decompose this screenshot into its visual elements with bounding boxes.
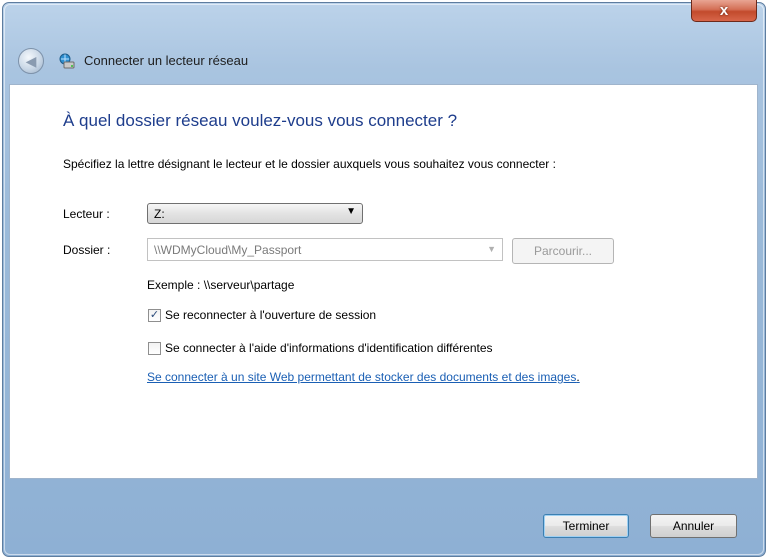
browse-button[interactable]: Parcourir... [512,238,614,264]
instruction-text: Spécifiez la lettre désignant le lecteur… [63,157,556,171]
drive-value: Z: [154,207,165,221]
dialog-content [9,84,758,479]
web-storage-link[interactable]: Se connecter à un site Web permettant de… [147,370,580,384]
back-arrow-icon: ◀ [25,52,37,69]
checkmark-icon: ✓ [149,309,160,321]
page-title: À quel dossier réseau voulez-vous vous c… [63,111,458,130]
credentials-checkbox[interactable] [148,342,161,355]
reconnect-label[interactable]: Se reconnecter à l'ouverture de session [165,308,376,322]
close-icon: x [719,2,729,19]
drive-select[interactable]: Z: ▼ [147,203,363,224]
folder-label: Dossier : [63,243,111,257]
close-button[interactable]: x [691,0,757,22]
link-period: . [576,370,580,384]
network-drive-icon [59,53,75,69]
reconnect-checkbox[interactable]: ✓ [148,309,161,322]
example-text: Exemple : \\serveur\partage [147,278,295,292]
finish-button[interactable]: Terminer [543,514,629,538]
credentials-label[interactable]: Se connecter à l'aide d'informations d'i… [165,341,493,355]
folder-value: \\WDMyCloud\My_Passport [154,243,302,257]
dropdown-arrow-icon: ▼ [346,206,356,217]
cancel-button[interactable]: Annuler [650,514,737,538]
window-title: Connecter un lecteur réseau [84,53,249,68]
web-storage-link-text[interactable]: Se connecter à un site Web permettant de… [147,370,576,384]
back-button[interactable]: ◀ [18,48,44,74]
folder-input[interactable]: \\WDMyCloud\My_Passport ▼ [147,238,503,261]
drive-label: Lecteur : [63,207,110,221]
dropdown-arrow-icon: ▼ [487,244,496,254]
